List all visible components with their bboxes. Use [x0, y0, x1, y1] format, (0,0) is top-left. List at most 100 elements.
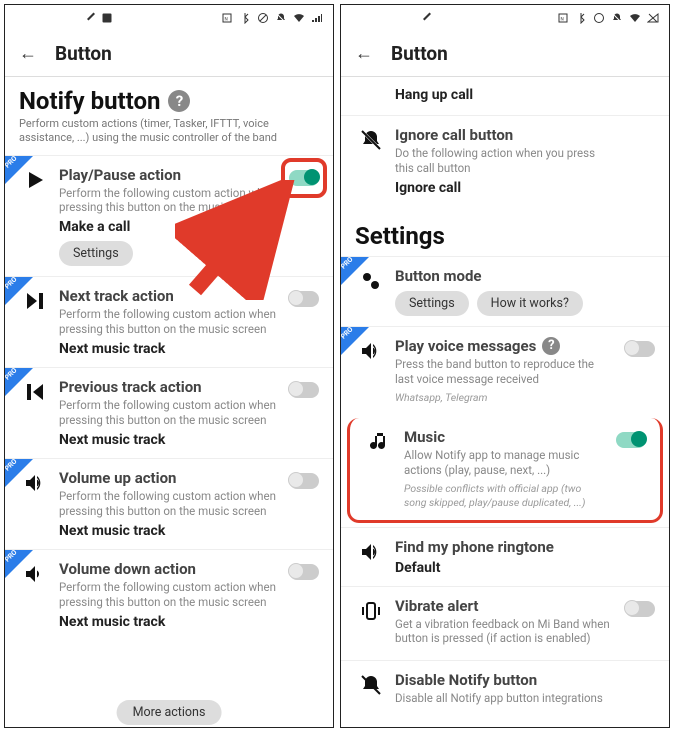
section-subtitle: Perform custom actions (timer, Tasker, I…	[5, 117, 333, 155]
dnd-icon	[593, 12, 605, 24]
item-sub: Perform the following custom action when…	[59, 186, 277, 216]
svg-text:N: N	[225, 17, 228, 23]
item-sub: Perform the following custom action when…	[59, 307, 277, 337]
disable-icon	[359, 673, 383, 697]
statusbar: N	[341, 5, 669, 31]
image-icon	[101, 12, 113, 24]
item-title: Volume up action	[59, 469, 319, 487]
item-value: Hang up call	[395, 87, 655, 103]
item-value: Next music track	[59, 523, 319, 539]
bell-off-icon	[359, 128, 383, 152]
item-hangup[interactable]: Hang up call	[341, 77, 669, 115]
settings-chip[interactable]: Settings	[395, 291, 469, 316]
item-sub: Perform the following custom action when…	[59, 489, 277, 519]
item-note: Possible conflicts with official app (tw…	[404, 482, 604, 509]
item-volume-up[interactable]: Volume up action Perform the following c…	[5, 458, 333, 549]
appbar: ← Button	[5, 31, 333, 77]
item-sub: Perform the following custom action when…	[59, 580, 277, 610]
item-title: Button mode	[395, 267, 655, 285]
item-next-track[interactable]: Next track action Perform the following …	[5, 276, 333, 367]
item-title: Disable Notify button	[395, 671, 655, 689]
volume-up-icon	[23, 471, 47, 495]
section-title-row: Notify button ?	[5, 77, 333, 117]
appbar-title: Button	[391, 42, 448, 65]
item-voice-messages[interactable]: Play voice messages ? Press the band but…	[341, 326, 669, 415]
item-prev-track[interactable]: Previous track action Perform the follow…	[5, 367, 333, 458]
speaker-icon	[359, 339, 383, 363]
toggle-prev[interactable]	[289, 382, 319, 398]
toggle-voldown[interactable]	[289, 564, 319, 580]
item-value: Make a call	[59, 219, 319, 235]
signal-icon	[647, 12, 659, 24]
brush-icon	[85, 12, 97, 24]
brush-icon	[421, 12, 433, 24]
item-disable-notify[interactable]: Disable Notify button Disable all Notify…	[341, 660, 669, 720]
item-sub: Press the band button to reproduce the l…	[395, 357, 613, 387]
toggle-vibrate[interactable]	[625, 601, 655, 617]
speaker-icon	[359, 540, 383, 564]
item-sub: Do the following action when you press t…	[395, 146, 613, 176]
wifi-icon	[293, 12, 305, 24]
signal-icon	[311, 12, 323, 24]
item-sub: Disable all Notify app button integratio…	[395, 691, 613, 706]
item-title: Music	[404, 428, 646, 446]
item-ringtone[interactable]: Find my phone ringtone Default	[341, 527, 669, 586]
more-actions-chip[interactable]: More actions	[117, 700, 222, 725]
item-title: Vibrate alert	[395, 597, 655, 615]
appbar-title: Button	[55, 42, 112, 65]
notify-button-title: Notify button	[19, 87, 160, 115]
gears-icon	[359, 269, 383, 293]
volume-down-icon	[23, 562, 47, 586]
prev-icon	[23, 380, 47, 404]
item-title: Ignore call button	[395, 126, 655, 144]
music-icon	[368, 430, 392, 454]
bluetooth-icon	[239, 12, 251, 24]
svg-text:N: N	[561, 17, 564, 23]
item-apps: Whatsapp, Telegram	[395, 391, 613, 405]
item-title: Play voice messages	[395, 337, 536, 355]
item-vibrate[interactable]: Vibrate alert Get a vibration feedback o…	[341, 586, 669, 661]
next-icon	[23, 289, 47, 313]
how-it-works-chip[interactable]: How it works?	[477, 291, 583, 316]
toggle-voice[interactable]	[625, 341, 655, 357]
content-scroll[interactable]: Hang up call Ignore call button Do the f…	[341, 77, 669, 727]
item-value: Next music track	[59, 614, 319, 630]
item-sub: Perform the following custom action when…	[59, 398, 277, 428]
back-icon[interactable]: ←	[355, 43, 373, 64]
highlight-toggle	[281, 158, 327, 198]
content-scroll[interactable]: Notify button ? Perform custom actions (…	[5, 77, 333, 727]
nfc-icon: N	[221, 12, 233, 24]
nfc-icon: N	[557, 12, 569, 24]
item-title: Play/Pause action	[59, 166, 319, 184]
toggle-next[interactable]	[289, 291, 319, 307]
item-title: Volume down action	[59, 560, 319, 578]
back-icon[interactable]: ←	[19, 43, 37, 64]
item-value: Next music track	[59, 432, 319, 448]
item-title: Find my phone ringtone	[395, 538, 655, 556]
item-sub: Get a vibration feedback on Mi Band when…	[395, 617, 613, 647]
help-icon[interactable]: ?	[168, 90, 190, 112]
item-title: Previous track action	[59, 378, 319, 396]
statusbar: N	[5, 5, 333, 31]
item-ignore-call[interactable]: Ignore call button Do the following acti…	[341, 115, 669, 206]
item-music[interactable]: Music Allow Notify app to manage music a…	[347, 418, 663, 522]
settings-heading: Settings	[341, 206, 669, 256]
help-icon[interactable]: ?	[542, 337, 560, 355]
phone-left: N ← Button Notify button ? Perform custo…	[4, 4, 334, 728]
toggle-music[interactable]	[616, 432, 646, 448]
settings-chip[interactable]: Settings	[59, 241, 133, 266]
item-value: Next music track	[59, 341, 319, 357]
item-sub: Allow Notify app to manage music actions…	[404, 448, 604, 478]
item-value: Default	[395, 560, 655, 576]
item-button-mode[interactable]: Button mode Settings How it works?	[341, 256, 669, 326]
item-title: Next track action	[59, 287, 319, 305]
phone-right: N ← Button Hang up call Ignore call butt…	[340, 4, 670, 728]
toggle-volup[interactable]	[289, 473, 319, 489]
item-volume-down[interactable]: Volume down action Perform the following…	[5, 549, 333, 640]
item-play-pause[interactable]: Play/Pause action Perform the following …	[5, 155, 333, 277]
item-value: Ignore call	[395, 180, 655, 196]
mute-icon	[611, 12, 623, 24]
play-icon	[23, 168, 47, 192]
dnd-icon	[257, 12, 269, 24]
bluetooth-icon	[575, 12, 587, 24]
